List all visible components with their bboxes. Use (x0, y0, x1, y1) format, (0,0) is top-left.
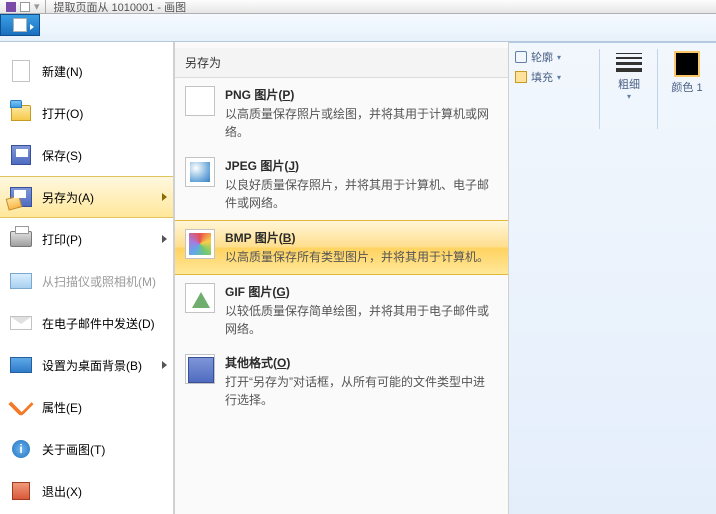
saveas-item-desc: 以较低质量保存简单绘图，并将其用于电子邮件或网络。 (225, 302, 496, 338)
saveas-other[interactable]: 其他格式(O) 打开“另存为”对话框，从所有可能的文件类型中进行选择。 (175, 346, 508, 417)
saveas-icon (10, 186, 32, 208)
menu-save[interactable]: 保存(S) (0, 134, 173, 176)
menu-properties[interactable]: 属性(E) (0, 386, 173, 428)
outline-dropdown[interactable]: 轮廓 ▾ (515, 49, 561, 65)
file-menu: 新建(N) 打开(O) 保存(S) 另存为(A) 打印(P) 从扫描仪或照相机(… (0, 42, 174, 514)
ribbon-top-strip (0, 14, 716, 42)
chevron-down-icon: ▾ (557, 53, 561, 62)
other-format-icon (185, 354, 215, 384)
saveas-item-desc: 以高质量保存所有类型图片，并将其用于计算机。 (225, 248, 496, 266)
scanner-icon (10, 270, 32, 292)
saveas-item-label: 其他格式(O) (225, 354, 496, 371)
submenu-arrow-icon (162, 193, 167, 201)
saveas-jpeg[interactable]: JPEG 图片(J) 以良好质量保存照片，并将其用于计算机、电子邮件或网络。 (175, 149, 508, 220)
menu-scanner[interactable]: 从扫描仪或照相机(M) (0, 260, 173, 302)
color1-swatch (674, 51, 700, 77)
new-icon (10, 60, 32, 82)
menu-new[interactable]: 新建(N) (0, 50, 173, 92)
outline-icon (515, 51, 527, 63)
ribbon-color1-label: 颜色 1 (671, 79, 702, 95)
thickness-button[interactable]: 粗细 ▾ (609, 49, 649, 101)
gif-icon (185, 283, 215, 313)
window-title-text: 提取页面从 1010001 - 画图 (53, 0, 186, 14)
menu-label: 新建(N) (42, 63, 83, 80)
save-icon (10, 144, 32, 166)
menu-label: 另存为(A) (42, 189, 94, 206)
submenu-arrow-icon (162, 361, 167, 369)
menu-desktop-bg[interactable]: 设置为桌面背景(B) (0, 344, 173, 386)
saveas-gif[interactable]: GIF 图片(G) 以较低质量保存简单绘图，并将其用于电子邮件或网络。 (175, 275, 508, 346)
menu-label: 设置为桌面背景(B) (42, 357, 142, 374)
submenu-arrow-icon (162, 235, 167, 243)
menu-label: 打印(P) (42, 231, 82, 248)
ribbon-thickness-label: 粗细 (618, 76, 640, 92)
desktop-icon (10, 354, 32, 376)
jpeg-icon (185, 157, 215, 187)
exit-icon (10, 480, 32, 502)
menu-label: 属性(E) (42, 399, 82, 416)
saveas-item-label: PNG 图片(P) (225, 86, 496, 103)
ribbon-background: 轮廓 ▾ 填充 ▾ 粗细 ▾ 颜色 1 (509, 42, 716, 514)
saveas-item-label: GIF 图片(G) (225, 283, 496, 300)
bmp-icon (185, 229, 215, 259)
menu-label: 保存(S) (42, 147, 82, 164)
fill-dropdown[interactable]: 填充 ▾ (515, 69, 561, 85)
ribbon-outline-label: 轮廓 (531, 49, 553, 65)
chevron-down-icon: ▾ (557, 73, 561, 82)
menu-saveas[interactable]: 另存为(A) (0, 176, 173, 218)
print-icon (10, 228, 32, 250)
about-icon: i (10, 438, 32, 460)
fill-icon (515, 71, 527, 83)
saveas-png[interactable]: PNG 图片(P) 以高质量保存照片或绘图，并将其用于计算机或网络。 (175, 78, 508, 149)
qat-icon (6, 2, 16, 12)
properties-icon (10, 396, 32, 418)
file-icon (13, 18, 27, 32)
menu-label: 退出(X) (42, 483, 82, 500)
thickness-icon (616, 53, 642, 72)
saveas-title: 另存为 (175, 48, 508, 78)
menu-label: 打开(O) (42, 105, 83, 122)
menu-about[interactable]: i 关于画图(T) (0, 428, 173, 470)
menu-label: 关于画图(T) (42, 441, 105, 458)
png-icon (185, 86, 215, 116)
title-bar: ▾ │ 提取页面从 1010001 - 画图 (0, 0, 716, 14)
open-icon (10, 102, 32, 124)
saveas-item-desc: 以良好质量保存照片，并将其用于计算机、电子邮件或网络。 (225, 176, 496, 212)
saveas-submenu: 另存为 PNG 图片(P) 以高质量保存照片或绘图，并将其用于计算机或网络。 J… (174, 42, 509, 514)
menu-label: 在电子邮件中发送(D) (42, 315, 155, 332)
color1-button[interactable]: 颜色 1 (667, 49, 707, 95)
mail-icon (10, 312, 32, 334)
ribbon-fill-label: 填充 (531, 69, 553, 85)
qat-icon-2 (20, 2, 30, 12)
saveas-item-desc: 以高质量保存照片或绘图，并将其用于计算机或网络。 (225, 105, 496, 141)
menu-send-mail[interactable]: 在电子邮件中发送(D) (0, 302, 173, 344)
saveas-item-label: JPEG 图片(J) (225, 157, 496, 174)
saveas-bmp[interactable]: BMP 图片(B) 以高质量保存所有类型图片，并将其用于计算机。 (175, 220, 508, 275)
menu-exit[interactable]: 退出(X) (0, 470, 173, 512)
chevron-down-icon: ▾ (627, 92, 631, 101)
file-menu-button[interactable] (0, 14, 40, 36)
menu-open[interactable]: 打开(O) (0, 92, 173, 134)
menu-print[interactable]: 打印(P) (0, 218, 173, 260)
menu-label: 从扫描仪或照相机(M) (42, 273, 156, 290)
saveas-item-desc: 打开“另存为”对话框，从所有可能的文件类型中进行选择。 (225, 373, 496, 409)
saveas-item-label: BMP 图片(B) (225, 229, 496, 246)
